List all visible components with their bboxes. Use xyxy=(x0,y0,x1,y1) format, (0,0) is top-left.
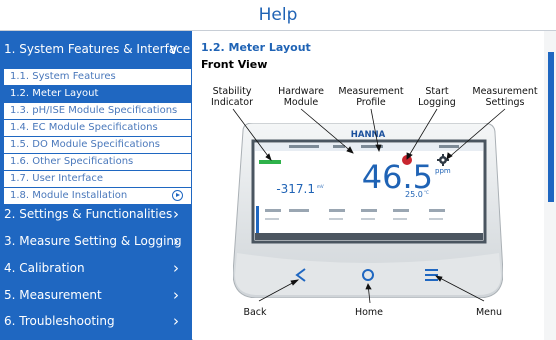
chevron-down-icon: ∨ xyxy=(168,40,179,58)
chevron-right-icon: › xyxy=(173,205,179,223)
sidebar-section-label: 3. Measure Setting & Logging xyxy=(4,234,182,248)
sidebar-subitem-label: 1.5. DO Module Specifications xyxy=(10,139,160,150)
sidebar-section-system-features[interactable]: 1. System Features & Interface ∨ xyxy=(0,37,192,61)
sidebar-subitem-label: 1.7. User Interface xyxy=(10,173,104,184)
sidebar-subitem-meter-layout[interactable]: 1.2. Meter Layout xyxy=(4,86,191,102)
callout-lines xyxy=(232,108,506,304)
sidebar-section-troubleshooting[interactable]: 6. Troubleshooting › xyxy=(0,309,192,333)
callout-home: Home xyxy=(354,307,384,318)
sidebar-subitem-do-specs[interactable]: 1.5. DO Module Specifications xyxy=(4,137,191,153)
content-pane: 1.2. Meter Layout Front View Stability I… xyxy=(193,31,544,340)
sidebar: 1. System Features & Interface ∨ 1.1. Sy… xyxy=(0,31,192,340)
sidebar-subitem-label: 1.6. Other Specifications xyxy=(10,156,134,167)
chevron-right-icon: › xyxy=(173,259,179,277)
sidebar-section-label: 1. System Features & Interface xyxy=(4,42,191,56)
sidebar-section-label: 6. Troubleshooting xyxy=(4,314,115,328)
sidebar-section-label: 4. Calibration xyxy=(4,261,85,275)
sidebar-subitem-label: 1.1. System Features xyxy=(10,71,116,82)
sidebar-section-measurement[interactable]: 5. Measurement › xyxy=(0,283,192,307)
sidebar-subitem-ec-specs[interactable]: 1.4. EC Module Specifications xyxy=(4,120,191,136)
title-bar: Help xyxy=(0,0,556,31)
sidebar-section-calibration[interactable]: 4. Calibration › xyxy=(0,256,192,280)
sidebar-subitem-label: 1.3. pH/ISE Module Specifications xyxy=(10,105,178,116)
scrollbar-thumb[interactable] xyxy=(548,52,554,202)
play-circle-icon[interactable] xyxy=(172,190,183,201)
sidebar-subitem-ph-ise-specs[interactable]: 1.3. pH/ISE Module Specifications xyxy=(4,103,191,119)
sidebar-section-label: 5. Measurement xyxy=(4,288,102,302)
window-title: Help xyxy=(258,5,298,25)
callout-back: Back xyxy=(243,307,267,318)
chevron-right-icon: › xyxy=(173,232,179,250)
chevron-right-icon: › xyxy=(173,286,179,304)
sidebar-subitem-user-interface[interactable]: 1.7. User Interface xyxy=(4,171,191,187)
sidebar-subitem-label: 1.2. Meter Layout xyxy=(10,88,99,99)
sidebar-section-settings[interactable]: 2. Settings & Functionalities › xyxy=(0,202,192,226)
chevron-right-icon: › xyxy=(173,312,179,330)
sidebar-subitem-system-features[interactable]: 1.1. System Features xyxy=(4,69,191,85)
callout-menu: Menu xyxy=(475,307,503,318)
sidebar-section-label: 2. Settings & Functionalities xyxy=(4,207,173,221)
sidebar-subitem-label: 1.4. EC Module Specifications xyxy=(10,122,158,133)
sidebar-section-measure-setting[interactable]: 3. Measure Setting & Logging › xyxy=(0,229,192,253)
sidebar-subitem-label: 1.8. Module Installation xyxy=(10,190,128,201)
sidebar-subitem-other-specs[interactable]: 1.6. Other Specifications xyxy=(4,154,191,170)
